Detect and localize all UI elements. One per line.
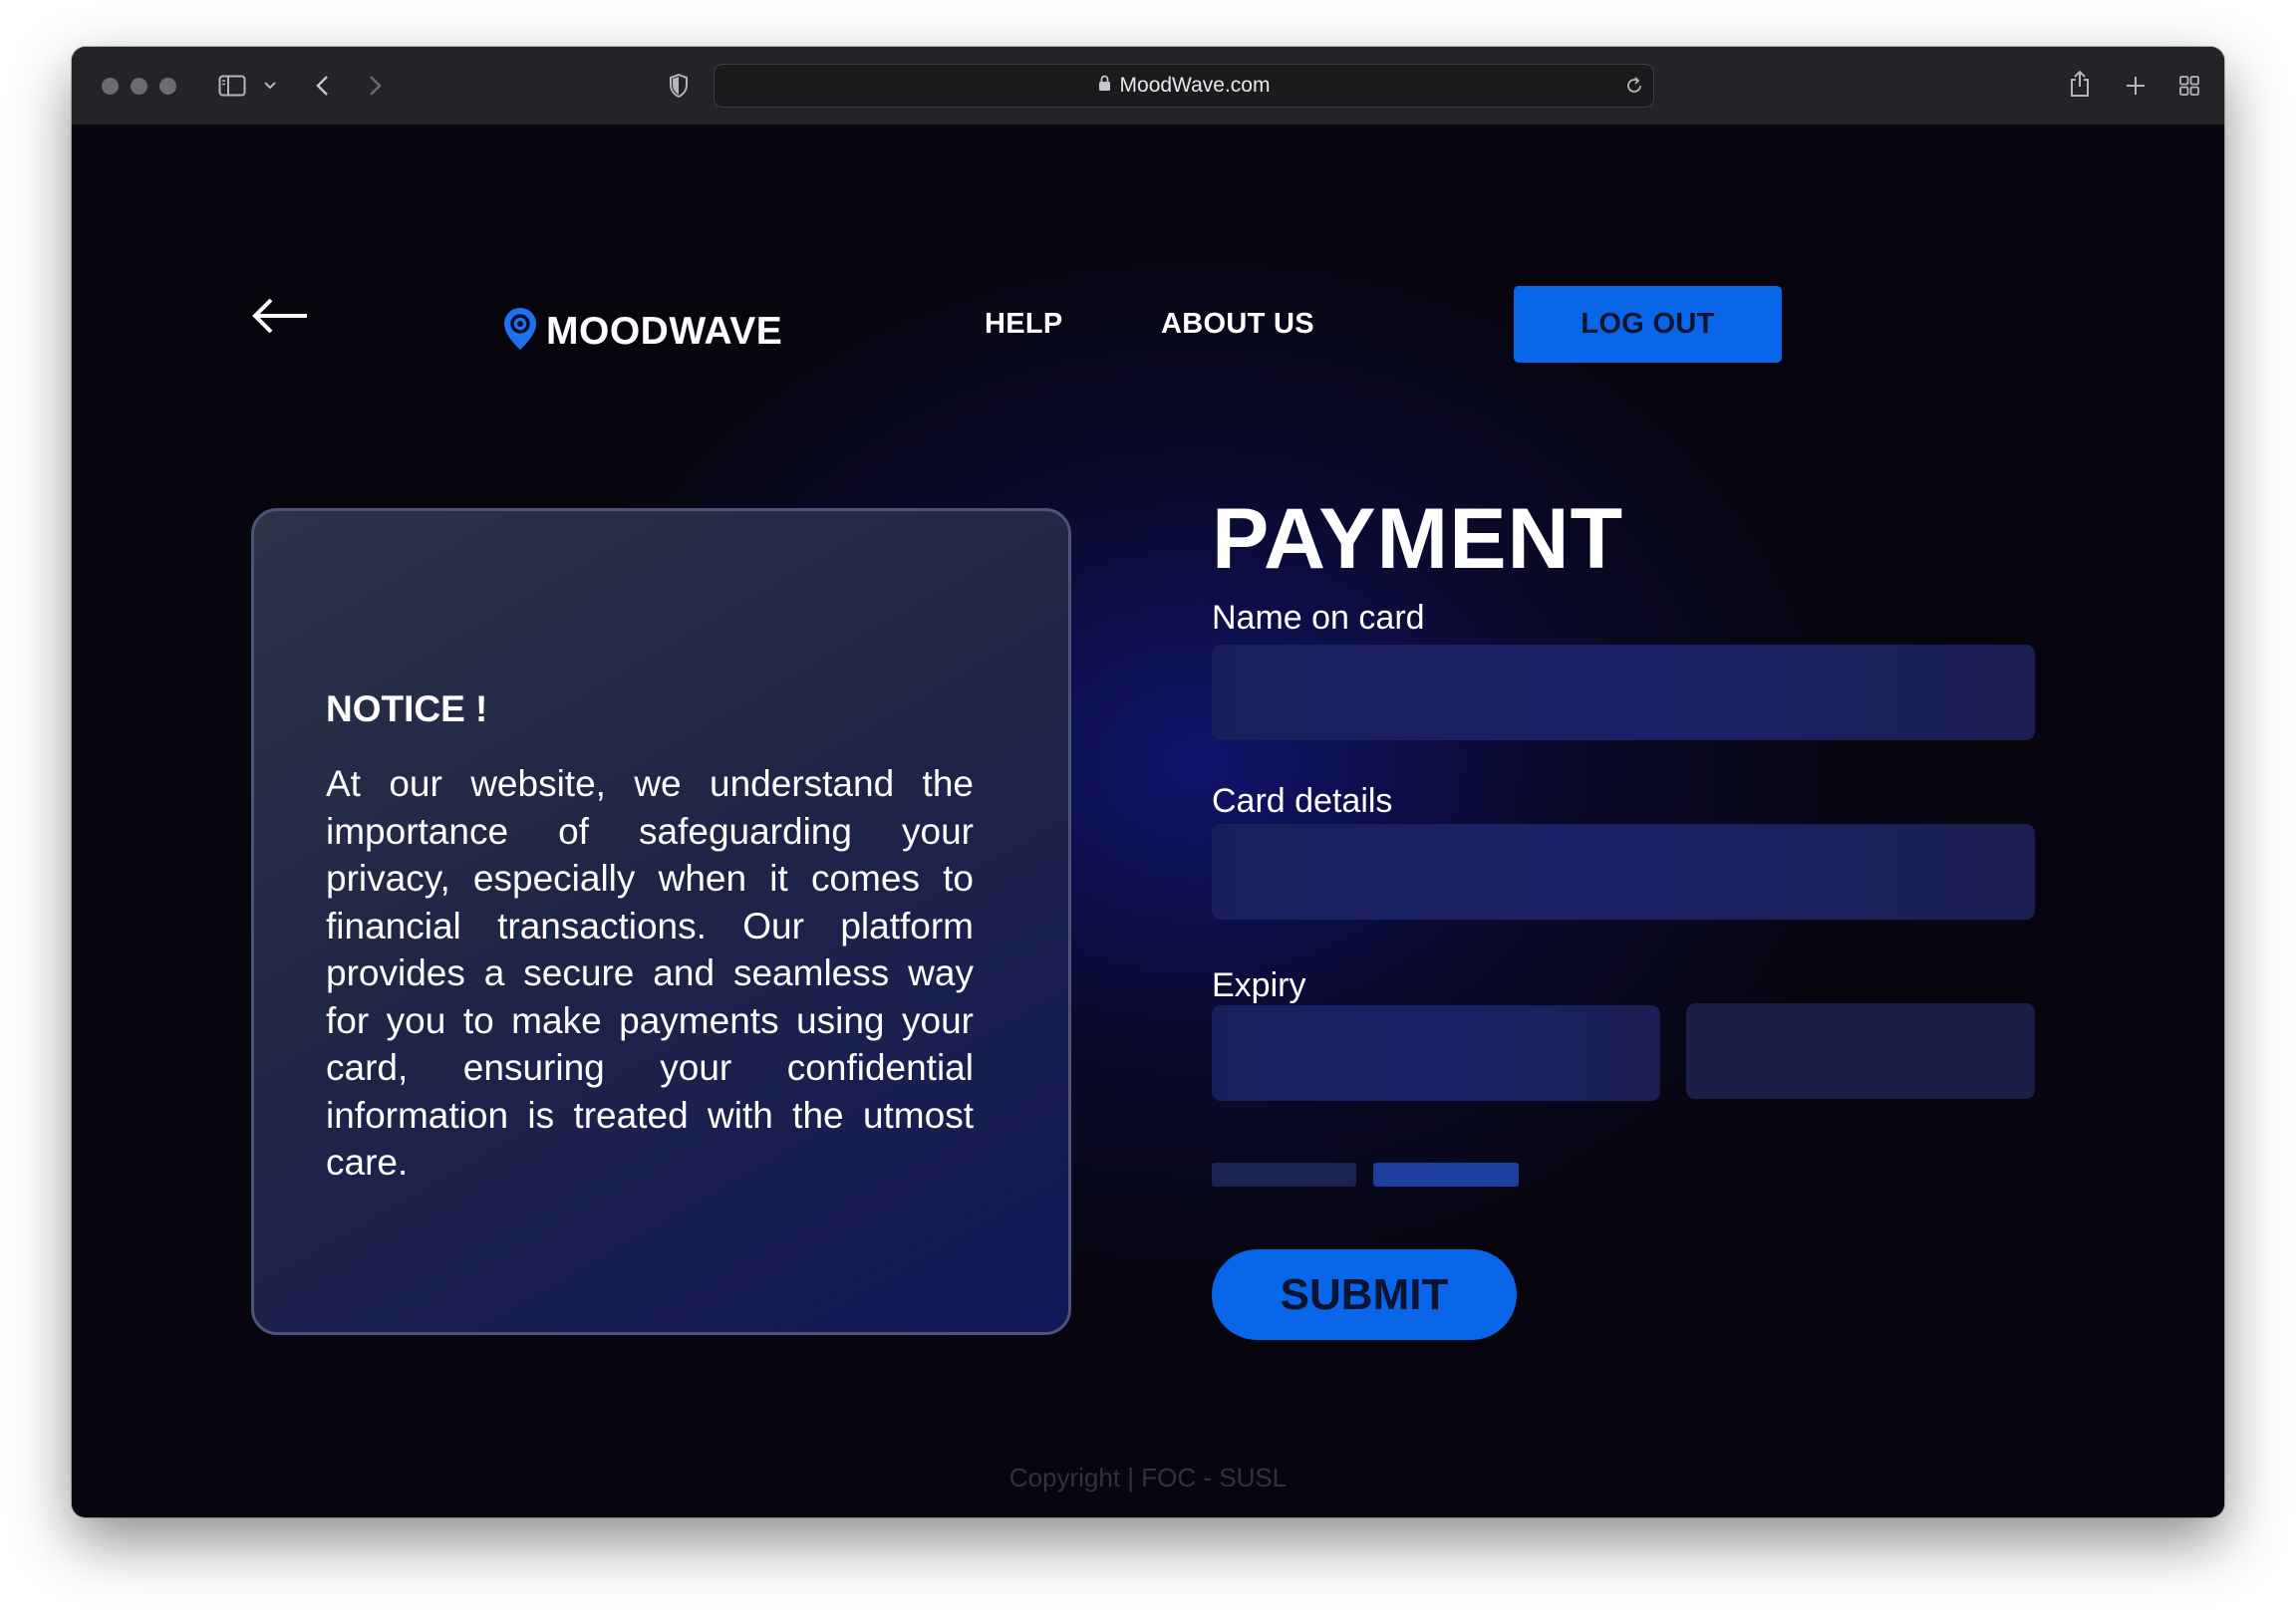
card-details-label: Card details (1212, 782, 1393, 820)
expiry-year-input[interactable] (1686, 1003, 2035, 1099)
notice-card: NOTICE ! At our website, we understand t… (251, 508, 1071, 1335)
nav-help-link[interactable]: HELP (985, 308, 1063, 341)
notice-title: NOTICE ! (326, 688, 488, 729)
name-on-card-label: Name on card (1212, 599, 1425, 637)
forward-icon[interactable] (361, 71, 391, 101)
address-bar[interactable]: MoodWave.com (714, 64, 1654, 108)
submit-button[interactable]: SUBMIT (1212, 1249, 1517, 1340)
expiry-label: Expiry (1212, 966, 1306, 1004)
step-indicator-inactive (1212, 1163, 1356, 1187)
name-on-card-input[interactable] (1212, 645, 2035, 740)
payment-page: MOODWAVE HELP ABOUT US LOG OUT NOTICE ! … (72, 125, 2224, 1517)
back-arrow-icon[interactable] (251, 296, 311, 336)
shield-icon[interactable] (664, 71, 694, 101)
minimize-window-button[interactable] (131, 78, 147, 95)
reload-icon[interactable] (1621, 73, 1647, 99)
chevron-down-icon[interactable] (261, 77, 279, 95)
payment-title: PAYMENT (1212, 491, 1624, 587)
browser-window: MoodWave.com MOODWAVE HELP ABOUT US LOG … (72, 47, 2224, 1517)
back-icon[interactable] (307, 71, 337, 101)
sidebar-icon[interactable] (217, 71, 247, 101)
plus-icon[interactable] (2121, 71, 2151, 101)
expiry-month-input[interactable] (1212, 1005, 1660, 1101)
url-text: MoodWave.com (1119, 74, 1271, 97)
footer-copyright: Copyright | FOC - SUSL (1008, 1463, 1288, 1492)
browser-toolbar: MoodWave.com (72, 47, 2224, 126)
tabs-grid-icon[interactable] (2174, 71, 2204, 101)
step-indicator-active (1373, 1163, 1519, 1187)
brand-name: MOODWAVE (546, 309, 783, 353)
share-icon[interactable] (2065, 67, 2095, 101)
location-pin-icon (502, 306, 538, 357)
zoom-window-button[interactable] (159, 78, 176, 95)
close-window-button[interactable] (102, 78, 119, 95)
card-details-input[interactable] (1212, 824, 2035, 920)
notice-body: At our website, we understand the import… (326, 763, 974, 1183)
logout-button[interactable]: LOG OUT (1514, 286, 1782, 363)
nav-about-us-link[interactable]: ABOUT US (1161, 308, 1314, 341)
brand-logo[interactable]: MOODWAVE (502, 306, 782, 357)
lock-icon (1098, 74, 1111, 98)
